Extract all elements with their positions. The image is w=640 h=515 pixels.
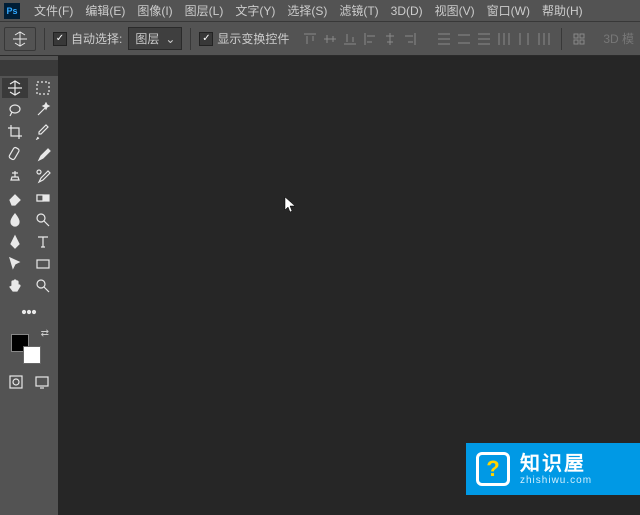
align-vcenter-icon[interactable] [321, 30, 339, 48]
options-bar: ✓ 自动选择: 图层 ⌄ ✓ 显示变换控件 3D 模 [0, 22, 640, 56]
menu-view[interactable]: 视图(V) [429, 0, 481, 21]
auto-select-label: 自动选择: [71, 30, 122, 47]
menu-file[interactable]: 文件(F) [28, 0, 79, 21]
align-top-icon[interactable] [301, 30, 319, 48]
mouse-cursor-icon [284, 196, 298, 214]
align-right-icon[interactable] [401, 30, 419, 48]
zoom-tool[interactable] [30, 276, 56, 296]
divider [190, 28, 191, 50]
divider [44, 28, 45, 50]
checkbox-icon: ✓ [53, 32, 67, 46]
align-bottom-icon[interactable] [341, 30, 359, 48]
dodge-tool[interactable] [30, 210, 56, 230]
dist-vcenter-icon[interactable] [455, 30, 473, 48]
menu-help[interactable]: 帮助(H) [536, 0, 589, 21]
dist-right-icon[interactable] [535, 30, 553, 48]
menu-bar: Ps 文件(F) 编辑(E) 图像(I) 图层(L) 文字(Y) 选择(S) 滤… [0, 0, 640, 22]
eraser-tool[interactable] [2, 188, 28, 208]
chevron-down-icon: ⌄ [165, 32, 175, 46]
logo-question-icon [476, 452, 510, 486]
show-transform-label: 显示变换控件 [217, 30, 289, 47]
brush-tool[interactable] [30, 144, 56, 164]
menu-edit[interactable]: 编辑(E) [79, 0, 131, 21]
quickmask-icon[interactable] [6, 372, 26, 392]
blur-tool[interactable] [2, 210, 28, 230]
layer-dropdown-label: 图层 [135, 30, 159, 47]
dist-bottom-icon[interactable] [475, 30, 493, 48]
dist-left-icon[interactable] [495, 30, 513, 48]
path-selection-tool[interactable] [2, 254, 28, 274]
crop-tool[interactable] [2, 122, 28, 142]
logo-domain: zhishiwu.com [520, 475, 592, 486]
menu-window[interactable]: 窗口(W) [481, 0, 536, 21]
marquee-tool[interactable] [30, 78, 56, 98]
layer-dropdown[interactable]: 图层 ⌄ [128, 27, 182, 50]
tool-grid [0, 76, 58, 298]
current-tool-indicator[interactable] [4, 27, 36, 51]
divider [561, 28, 562, 50]
menu-image[interactable]: 图像(I) [131, 0, 178, 21]
tools-panel: ⇄ [0, 56, 58, 515]
menu-select[interactable]: 选择(S) [281, 0, 333, 21]
color-swatches: ⇄ [7, 328, 51, 364]
align-left-icon[interactable] [361, 30, 379, 48]
menu-3d[interactable]: 3D(D) [385, 2, 429, 20]
pen-tool[interactable] [2, 232, 28, 252]
gradient-tool[interactable] [30, 188, 56, 208]
distribute-group [435, 30, 553, 48]
screenmode-icon[interactable] [32, 372, 52, 392]
show-transform-checkbox[interactable]: ✓ 显示变换控件 [199, 30, 289, 47]
dist-hcenter-icon[interactable] [515, 30, 533, 48]
mode-icons [6, 372, 52, 392]
eyedropper-tool[interactable] [30, 122, 56, 142]
watermark-logo: 知识屋 zhishiwu.com [466, 443, 640, 495]
type-tool[interactable] [30, 232, 56, 252]
edit-toolbar-button[interactable] [16, 302, 42, 322]
logo-text: 知识屋 zhishiwu.com [520, 453, 592, 486]
align-group-1 [301, 30, 419, 48]
hand-tool[interactable] [2, 276, 28, 296]
move-tool[interactable] [2, 78, 28, 98]
auto-align-icon[interactable] [570, 30, 588, 48]
auto-select-checkbox[interactable]: ✓ 自动选择: [53, 30, 122, 47]
dist-top-icon[interactable] [435, 30, 453, 48]
history-brush-tool[interactable] [30, 166, 56, 186]
magic-wand-tool[interactable] [30, 100, 56, 120]
align-hcenter-icon[interactable] [381, 30, 399, 48]
rectangle-tool[interactable] [30, 254, 56, 274]
menu-layer[interactable]: 图层(L) [179, 0, 230, 21]
swap-colors-icon[interactable]: ⇄ [41, 328, 49, 339]
logo-title: 知识屋 [520, 453, 592, 475]
menu-type[interactable]: 文字(Y) [229, 0, 281, 21]
background-color[interactable] [23, 346, 41, 364]
clone-stamp-tool[interactable] [2, 166, 28, 186]
lasso-tool[interactable] [2, 100, 28, 120]
checkbox-icon: ✓ [199, 32, 213, 46]
3d-mode-label: 3D 模 [603, 30, 634, 47]
ps-logo-icon: Ps [4, 3, 20, 19]
menu-filter[interactable]: 滤镜(T) [333, 0, 384, 21]
tools-tab-header[interactable] [0, 60, 58, 76]
healing-brush-tool[interactable] [2, 144, 28, 164]
